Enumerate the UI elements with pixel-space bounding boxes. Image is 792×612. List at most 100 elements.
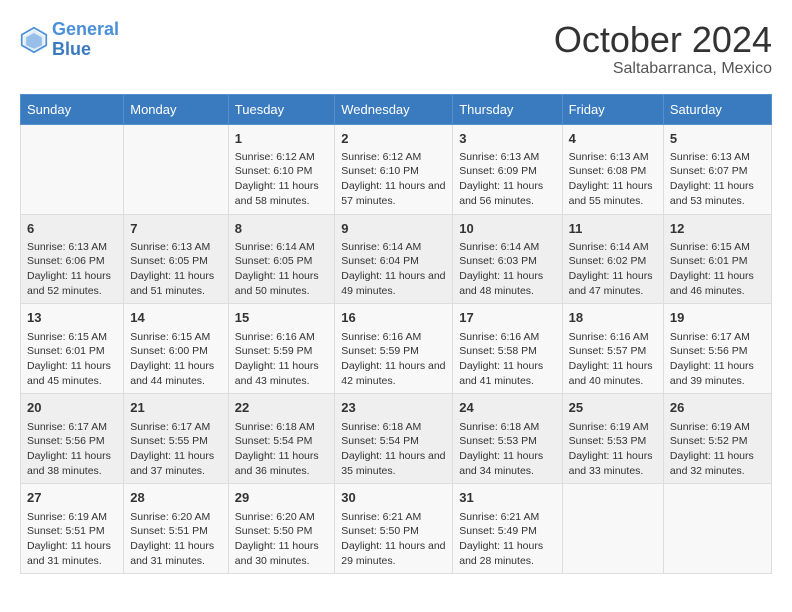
cell-content: Sunrise: 6:13 AM [670, 150, 765, 165]
day-number: 29 [235, 489, 328, 507]
day-number: 2 [341, 130, 446, 148]
calendar-cell: 22 Sunrise: 6:18 AMSunset: 5:54 PMDayligh… [228, 394, 334, 484]
cell-content: Sunset: 6:02 PM [569, 254, 657, 269]
cell-content: Daylight: 11 hours and 32 minutes. [670, 449, 765, 478]
cell-content: Sunrise: 6:21 AM [341, 510, 446, 525]
cell-content: Daylight: 11 hours and 40 minutes. [569, 359, 657, 388]
cell-content: Daylight: 11 hours and 39 minutes. [670, 359, 765, 388]
day-of-week-header: Tuesday [228, 94, 334, 124]
cell-content: Sunset: 6:01 PM [27, 344, 117, 359]
cell-content: Daylight: 11 hours and 42 minutes. [341, 359, 446, 388]
calendar-cell: 30Sunrise: 6:21 AMSunset: 5:50 PMDayligh… [335, 484, 453, 574]
cell-content: Sunset: 6:04 PM [341, 254, 446, 269]
day-of-week-header: Friday [562, 94, 663, 124]
calendar-cell: 6Sunrise: 6:13 AMSunset: 6:06 PMDaylight… [21, 214, 124, 304]
calendar-cell: 26Sunrise: 6:19 AMSunset: 5:52 PMDayligh… [663, 394, 771, 484]
calendar-cell [663, 484, 771, 574]
day-number: 23 [341, 399, 446, 417]
day-number: 18 [569, 309, 657, 327]
day-of-week-header: Sunday [21, 94, 124, 124]
cell-content: Sunrise: 6:18 AM [235, 420, 328, 435]
cell-content: Sunset: 5:51 PM [27, 524, 117, 539]
calendar-cell: 28Sunrise: 6:20 AMSunset: 5:51 PMDayligh… [124, 484, 229, 574]
calendar-cell: 3Sunrise: 6:13 AMSunset: 6:09 PMDaylight… [453, 124, 562, 214]
calendar-cell: 10Sunrise: 6:14 AMSunset: 6:03 PMDayligh… [453, 214, 562, 304]
cell-content: Sunset: 5:51 PM [130, 524, 222, 539]
calendar-cell: 23Sunrise: 6:18 AMSunset: 5:54 PMDayligh… [335, 394, 453, 484]
day-number: 26 [670, 399, 765, 417]
calendar-cell: 18Sunrise: 6:16 AMSunset: 5:57 PMDayligh… [562, 304, 663, 394]
calendar-cell: 7Sunrise: 6:13 AMSunset: 6:05 PMDaylight… [124, 214, 229, 304]
calendar-cell: 29Sunrise: 6:20 AMSunset: 5:50 PMDayligh… [228, 484, 334, 574]
cell-content: Sunset: 6:06 PM [27, 254, 117, 269]
day-number: 14 [130, 309, 222, 327]
cell-content: Sunset: 6:05 PM [130, 254, 222, 269]
calendar-header-row: SundayMondayTuesdayWednesdayThursdayFrid… [21, 94, 772, 124]
cell-content: Sunset: 5:57 PM [569, 344, 657, 359]
cell-content: Sunset: 5:53 PM [459, 434, 555, 449]
cell-content: Daylight: 11 hours and 36 minutes. [235, 449, 328, 478]
calendar-cell: 17Sunrise: 6:16 AMSunset: 5:58 PMDayligh… [453, 304, 562, 394]
logo-icon [20, 26, 48, 54]
day-number: 21 [130, 399, 222, 417]
cell-content: Daylight: 11 hours and 44 minutes. [130, 359, 222, 388]
calendar-week-row: 27Sunrise: 6:19 AMSunset: 5:51 PMDayligh… [21, 484, 772, 574]
cell-content: Daylight: 11 hours and 38 minutes. [27, 449, 117, 478]
cell-content: Sunset: 5:52 PM [670, 434, 765, 449]
cell-content: Sunset: 6:07 PM [670, 164, 765, 179]
cell-content: Sunset: 5:59 PM [341, 344, 446, 359]
cell-content: Sunrise: 6:17 AM [130, 420, 222, 435]
day-number: 25 [569, 399, 657, 417]
cell-content: Sunset: 5:58 PM [459, 344, 555, 359]
calendar-cell: 19Sunrise: 6:17 AMSunset: 5:56 PMDayligh… [663, 304, 771, 394]
day-of-week-header: Thursday [453, 94, 562, 124]
calendar-week-row: 13Sunrise: 6:15 AMSunset: 6:01 PMDayligh… [21, 304, 772, 394]
cell-content: Sunset: 6:10 PM [341, 164, 446, 179]
day-number: 17 [459, 309, 555, 327]
calendar-cell: 24Sunrise: 6:18 AMSunset: 5:53 PMDayligh… [453, 394, 562, 484]
day-number: 12 [670, 220, 765, 238]
calendar-cell [124, 124, 229, 214]
calendar-week-row: 1Sunrise: 6:12 AMSunset: 6:10 PMDaylight… [21, 124, 772, 214]
day-number: 22 [235, 399, 328, 417]
cell-content: Daylight: 11 hours and 33 minutes. [569, 449, 657, 478]
cell-content: Sunset: 5:50 PM [341, 524, 446, 539]
day-number: 13 [27, 309, 117, 327]
month-title: October 2024 [554, 20, 772, 60]
day-number: 4 [569, 130, 657, 148]
cell-content: Sunrise: 6:18 AM [459, 420, 555, 435]
cell-content: Sunrise: 6:16 AM [341, 330, 446, 345]
calendar-cell: 1Sunrise: 6:12 AMSunset: 6:10 PMDaylight… [228, 124, 334, 214]
cell-content: Sunrise: 6:12 AM [235, 150, 328, 165]
day-number: 8 [235, 220, 328, 238]
day-number: 9 [341, 220, 446, 238]
cell-content: Sunset: 5:53 PM [569, 434, 657, 449]
day-number: 6 [27, 220, 117, 238]
calendar-cell [21, 124, 124, 214]
day-number: 19 [670, 309, 765, 327]
day-number: 30 [341, 489, 446, 507]
cell-content: Sunrise: 6:14 AM [569, 240, 657, 255]
calendar-cell: 15Sunrise: 6:16 AMSunset: 5:59 PMDayligh… [228, 304, 334, 394]
calendar-cell: 21Sunrise: 6:17 AMSunset: 5:55 PMDayligh… [124, 394, 229, 484]
cell-content: Daylight: 11 hours and 56 minutes. [459, 179, 555, 208]
cell-content: Sunset: 6:00 PM [130, 344, 222, 359]
cell-content: Sunrise: 6:13 AM [569, 150, 657, 165]
cell-content: Sunrise: 6:20 AM [235, 510, 328, 525]
page-header: General Blue October 2024 Saltabarranca,… [20, 20, 772, 78]
cell-content: Daylight: 11 hours and 48 minutes. [459, 269, 555, 298]
cell-content: Sunrise: 6:15 AM [130, 330, 222, 345]
cell-content: Sunrise: 6:13 AM [130, 240, 222, 255]
cell-content: Sunrise: 6:12 AM [341, 150, 446, 165]
calendar-cell: 25 Sunrise: 6:19 AMSunset: 5:53 PMDayligh… [562, 394, 663, 484]
day-number: 15 [235, 309, 328, 327]
cell-content: Sunrise: 6:14 AM [459, 240, 555, 255]
cell-content: Sunset: 6:05 PM [235, 254, 328, 269]
cell-content: Daylight: 11 hours and 45 minutes. [27, 359, 117, 388]
calendar-cell: 12Sunrise: 6:15 AMSunset: 6:01 PMDayligh… [663, 214, 771, 304]
cell-content: Daylight: 11 hours and 37 minutes. [130, 449, 222, 478]
day-of-week-header: Saturday [663, 94, 771, 124]
calendar-table: SundayMondayTuesdayWednesdayThursdayFrid… [20, 94, 772, 575]
cell-content: Sunrise: 6:19 AM [569, 420, 657, 435]
cell-content: Sunset: 5:54 PM [235, 434, 328, 449]
